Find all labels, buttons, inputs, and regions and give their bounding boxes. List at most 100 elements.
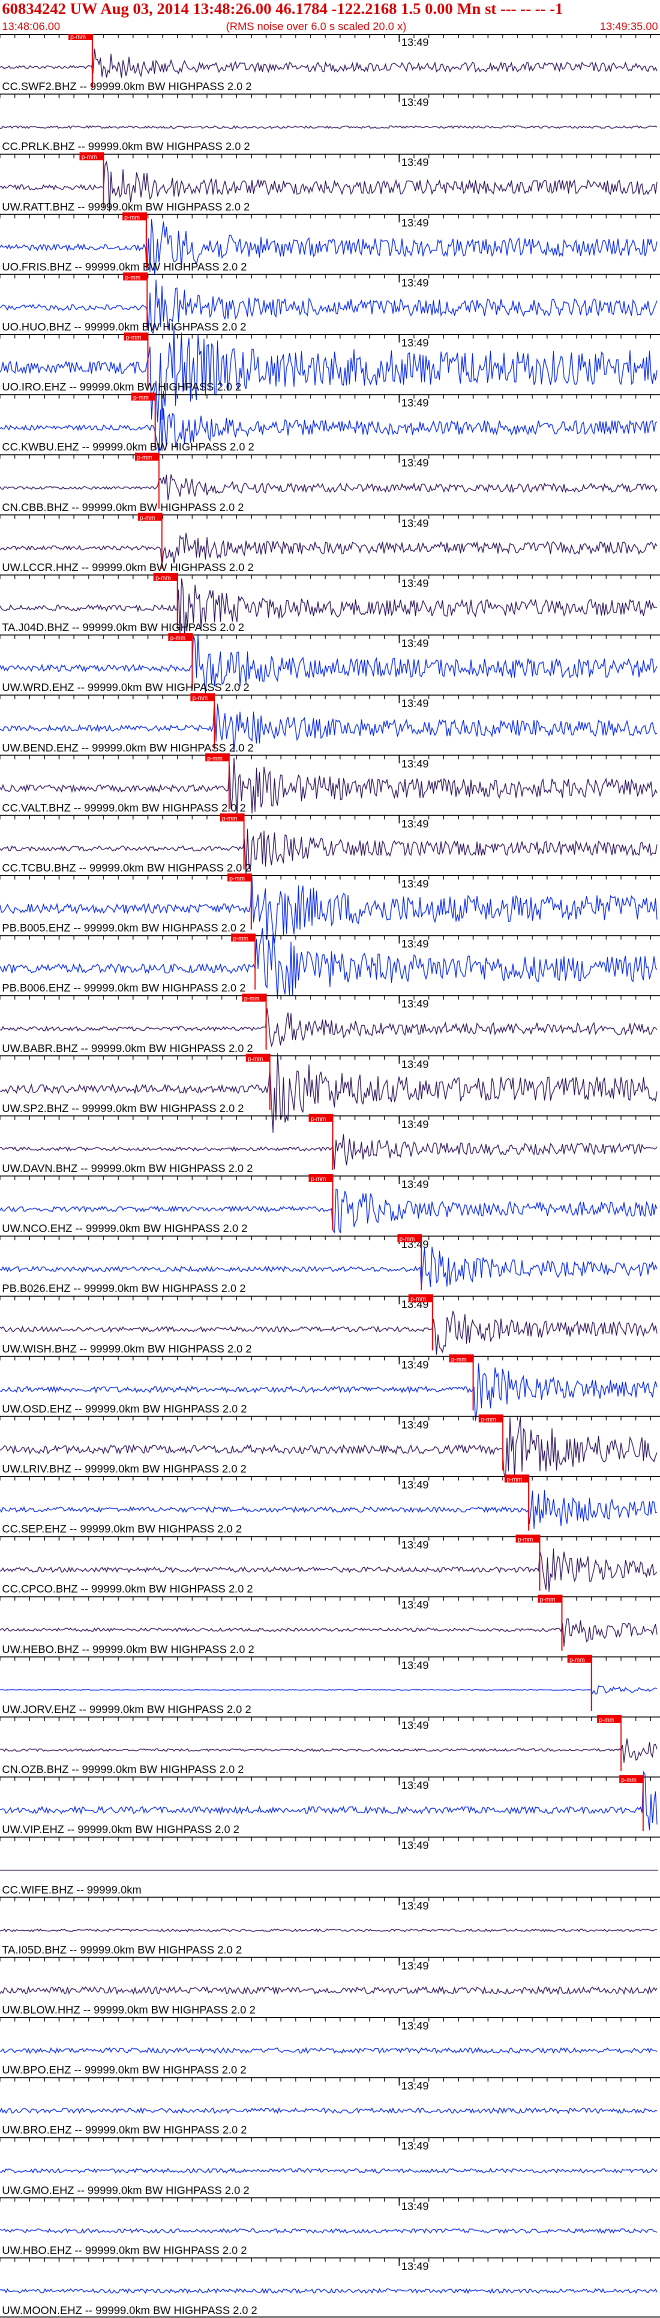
time-ticks	[0, 1777, 651, 1782]
pick-label: p-mm	[451, 1357, 466, 1363]
trace-label: UW.BEND.EHZ -- 99999.0km BW HIGHPASS 2.0…	[2, 742, 254, 754]
minute-mark-label: 13:49	[401, 1480, 429, 1492]
trace-label: TA.J04D.BHZ -- 99999.0km BW HIGHPASS 2.0…	[2, 622, 244, 634]
waveform-trace	[0, 1770, 658, 1831]
time-ticks	[0, 214, 651, 219]
trace-label: UW.DAVN.BHZ -- 99999.0km BW HIGHPASS 2.0…	[2, 1163, 253, 1175]
pick-label: p-mm	[229, 876, 244, 882]
minute-mark-label: 13:49	[401, 1359, 429, 1371]
minute-mark-label: 13:49	[401, 2081, 429, 2093]
time-ticks	[0, 34, 651, 38]
minute-mark-label: 13:49	[401, 698, 429, 710]
trace-label: UO.FRIS.BHZ -- 99999.0km BW HIGHPASS 2.0…	[2, 261, 247, 273]
time-ticks	[0, 875, 651, 880]
time-ticks	[0, 755, 651, 760]
waveform-trace	[0, 1738, 658, 1763]
trace-label: CC.SWF2.BHZ -- 99999.0km BW HIGHPASS 2.0…	[2, 81, 252, 93]
waveform-trace	[0, 48, 658, 78]
trace-label: CC.CPCO.BHZ -- 99999.0km BW HIGHPASS 2.0…	[2, 1584, 253, 1596]
time-ticks	[0, 2077, 651, 2082]
trace-label: UW.NCO.EHZ -- 99999.0km BW HIGHPASS 2.0 …	[2, 1223, 248, 1235]
trace-label: UW.WISH.BHZ -- 99999.0km BW HIGHPASS 2.0…	[2, 1343, 252, 1355]
minute-mark-label: 13:49	[401, 1419, 429, 1431]
rms-note: (RMS noise over 6.0 s scaled 20.0 x)	[226, 21, 407, 33]
trace-label: TA.I05D.BHZ -- 99999.0km BW HIGHPASS 2.0…	[2, 1944, 242, 1956]
time-ticks	[0, 695, 651, 700]
trace-label: CN.CBB.BHZ -- 99999.0km BW HIGHPASS 2.0 …	[2, 502, 244, 514]
time-ticks	[0, 1957, 651, 1962]
minute-mark-label: 13:49	[401, 2020, 429, 2032]
time-ticks	[0, 2137, 651, 2142]
minute-mark-label: 13:49	[401, 1780, 429, 1792]
time-ticks	[0, 815, 651, 820]
minute-mark-label: 13:49	[401, 1119, 429, 1131]
time-ticks	[0, 2257, 651, 2262]
minute-mark-label: 13:49	[401, 1900, 429, 1912]
minute-mark-label: 13:49	[401, 157, 429, 169]
trace-label: UW.RATT.BHZ -- 99999.0km BW HIGHPASS 2.0…	[2, 201, 250, 213]
waveform-trace	[0, 474, 658, 501]
time-ticks	[0, 1476, 651, 1481]
minute-mark-label: 13:49	[401, 638, 429, 650]
start-time-label: 13:48:06.00	[2, 21, 61, 33]
pick-label: p-mm	[192, 696, 207, 702]
time-ticks	[0, 995, 651, 1000]
trace-label: UW.BRO.EHZ -- 99999.0km BW HIGHPASS 2.0 …	[2, 2125, 247, 2137]
pick-label: p-mm	[540, 1598, 555, 1604]
trace-label: CC.VALT.BHZ -- 99999.0km BW HIGHPASS 2.0…	[2, 802, 246, 814]
time-ticks	[0, 1536, 651, 1541]
trace-label: UW.HBO.EHZ -- 99999.0km BW HIGHPASS 2.0 …	[2, 2245, 247, 2257]
trace-label: CC.TCBU.BHZ -- 99999.0km BW HIGHPASS 2.0…	[2, 862, 251, 874]
trace-label: CC.PRLK.BHZ -- 99999.0km BW HIGHPASS 2.0…	[2, 141, 250, 153]
pick-label: p-mm	[518, 1538, 533, 1544]
minute-mark-label: 13:49	[401, 1600, 429, 1612]
pick-label: p-mm	[133, 396, 148, 402]
pick-label: p-mm	[569, 1658, 584, 1664]
time-ticks	[0, 635, 651, 640]
pick-label: p-mm	[244, 997, 259, 1003]
trace-label: UW.LRIV.BHZ -- 99999.0km BW HIGHPASS 2.0…	[2, 1464, 247, 1476]
minute-mark-label: 13:49	[401, 1540, 429, 1552]
waveform-trace	[0, 1246, 658, 1287]
minute-mark-label: 13:49	[401, 1840, 429, 1852]
trace-label: UO.HUO.BHZ -- 99999.0km BW HIGHPASS 2.0 …	[2, 322, 246, 334]
minute-mark-label: 13:49	[401, 398, 429, 410]
trace-label: PB.B005.EHZ -- 99999.0km BW HIGHPASS 2.0…	[2, 923, 246, 935]
time-ticks	[0, 94, 651, 99]
waveform-trace	[0, 2287, 658, 2295]
trace-label: UW.SP2.BHZ -- 99999.0km BW HIGHPASS 2.0 …	[2, 1103, 244, 1115]
seismogram-plot: 13:49 p-mm CC.SWF2.BHZ -- 99999.0km BW HIG…	[0, 34, 660, 2318]
pick-label: p-mm	[82, 155, 97, 161]
minute-mark-label: 13:49	[401, 1660, 429, 1672]
minute-mark-label: 13:49	[401, 217, 429, 229]
time-ticks	[0, 1356, 651, 1361]
time-ticks	[0, 1236, 651, 1241]
time-ticks	[0, 2017, 651, 2022]
waveform-trace	[0, 2167, 658, 2174]
time-ticks	[0, 2197, 651, 2202]
pick-label: p-mm	[124, 215, 139, 221]
minute-mark-label: 13:49	[401, 1720, 429, 1732]
pick-label: p-mm	[140, 516, 155, 522]
time-ticks	[0, 1656, 651, 1661]
time-ticks	[0, 454, 651, 459]
minute-mark-label: 13:49	[401, 458, 429, 470]
time-ticks	[0, 1055, 651, 1060]
time-ticks	[0, 1716, 651, 1721]
minute-mark-label: 13:49	[401, 338, 429, 350]
minute-mark-label: 13:49	[401, 999, 429, 1011]
trace-label: UW.MOON.EHZ -- 99999.0km BW HIGHPASS 2.0…	[2, 2305, 257, 2317]
pick-label: p-mm	[248, 1057, 263, 1063]
minute-mark-label: 13:49	[401, 97, 429, 109]
time-ticks	[0, 274, 651, 279]
minute-mark-label: 13:49	[401, 578, 429, 590]
trace-label: CN.OZB.BHZ -- 99999.0km BW HIGHPASS 2.0 …	[2, 1764, 244, 1776]
time-ticks	[0, 574, 651, 579]
time-ticks	[0, 394, 651, 399]
trace-label: UW.WRD.EHZ -- 99999.0km BW HIGHPASS 2.0 …	[2, 682, 249, 694]
trace-label: UW.BABR.BHZ -- 99999.0km BW HIGHPASS 2.0…	[2, 1043, 253, 1055]
minute-mark-label: 13:49	[401, 37, 429, 49]
end-time-label: 13:49:35.00	[599, 21, 658, 33]
trace-label: CC.WIFE.BHZ -- 99999.0km	[2, 1884, 141, 1896]
pick-label: p-mm	[70, 35, 85, 41]
